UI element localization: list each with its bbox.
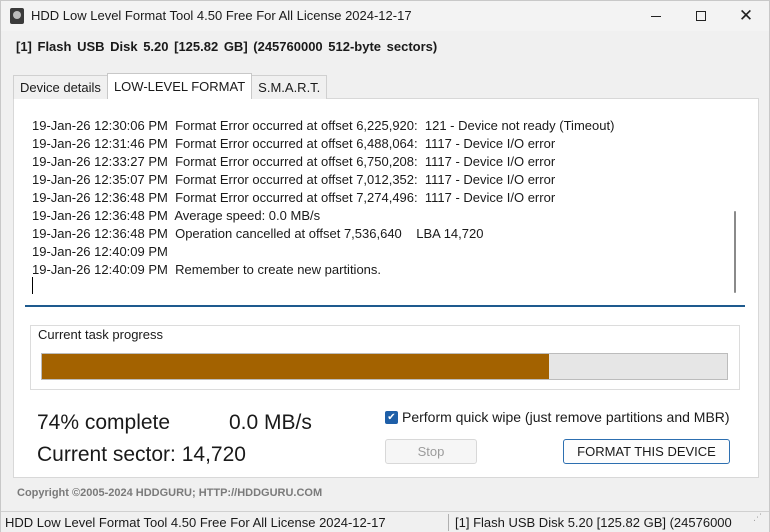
tab-strip: Device details LOW-LEVEL FORMAT S.M.A.R.… [13,73,328,99]
minimize-button[interactable] [633,1,679,31]
resize-grip-icon[interactable]: ⋰ [753,513,767,530]
tab-device-details[interactable]: Device details [13,75,108,99]
progress-label: Current task progress [37,327,164,342]
copyright-text: Copyright ©2005-2024 HDDGURU; HTTP://HDD… [17,487,323,499]
current-sector-value: 14,720 [181,443,246,466]
log-line: 19-Jan-26 12:40:09 PM [32,244,168,259]
format-device-button[interactable]: FORMAT THIS DEVICE [563,439,730,464]
status-bar: HDD Low Level Format Tool 4.50 Free For … [1,511,769,532]
text-caret [32,277,33,294]
percent-complete: 74% complete [37,411,171,434]
maximize-button[interactable] [678,1,724,31]
quick-wipe-checkbox[interactable]: ✔ [385,410,398,424]
log-scrollbar[interactable] [727,115,743,305]
log-line: 19-Jan-26 12:30:06 PM Format Error occur… [32,118,615,133]
device-header: [1] Flash USB Disk 5.20 [125.82 GB] (245… [16,39,438,54]
status-app-info: HDD Low Level Format Tool 4.50 Free For … [5,515,386,530]
maximize-icon [696,11,706,21]
log-line: 19-Jan-26 12:40:09 PM Remember to create… [32,262,382,277]
app-window: HDD Low Level Format Tool 4.50 Free For … [0,0,770,532]
log-line: 19-Jan-26 12:33:27 PM Format Error occur… [32,154,556,169]
log-line: 19-Jan-26 12:36:48 PM Average speed: 0.0… [32,208,321,223]
log-line: 19-Jan-26 12:31:46 PM Format Error occur… [32,136,556,151]
minimize-icon [651,15,661,17]
stop-button[interactable]: Stop [385,439,477,464]
log-line: 19-Jan-26 12:35:07 PM Format Error occur… [32,172,556,187]
tab-smart[interactable]: S.M.A.R.T. [251,75,328,99]
title-bar[interactable]: HDD Low Level Format Tool 4.50 Free For … [1,1,769,31]
status-divider [448,514,449,531]
checkmark-icon: ✔ [387,411,396,423]
close-button[interactable]: ✕ [723,1,769,31]
log-line: 19-Jan-26 12:36:48 PM Operation cancelle… [32,226,484,241]
log-line: 19-Jan-26 12:36:48 PM Format Error occur… [32,190,556,205]
progress-bar-fill [42,354,549,379]
quick-wipe-label: Perform quick wipe (just remove partitio… [402,409,730,425]
close-icon: ✕ [738,5,754,26]
quick-wipe-option[interactable]: ✔ Perform quick wipe (just remove partit… [385,409,730,425]
progress-bar [41,353,728,380]
log-output[interactable]: 19-Jan-26 12:30:06 PM Format Error occur… [25,113,745,307]
log-lines: 19-Jan-26 12:30:06 PM Format Error occur… [32,117,614,279]
status-device-info: [1] Flash USB Disk 5.20 [125.82 GB] (245… [455,515,732,530]
current-sector: Current sector: 14,720 [37,443,246,467]
tab-low-level-format[interactable]: LOW-LEVEL FORMAT [106,73,253,99]
window-title: HDD Low Level Format Tool 4.50 Free For … [31,8,412,23]
current-sector-label: Current sector: [37,443,176,466]
transfer-speed: 0.0 MB/s [229,411,312,434]
scrollbar-thumb[interactable] [734,211,736,293]
hdd-icon [10,8,24,24]
